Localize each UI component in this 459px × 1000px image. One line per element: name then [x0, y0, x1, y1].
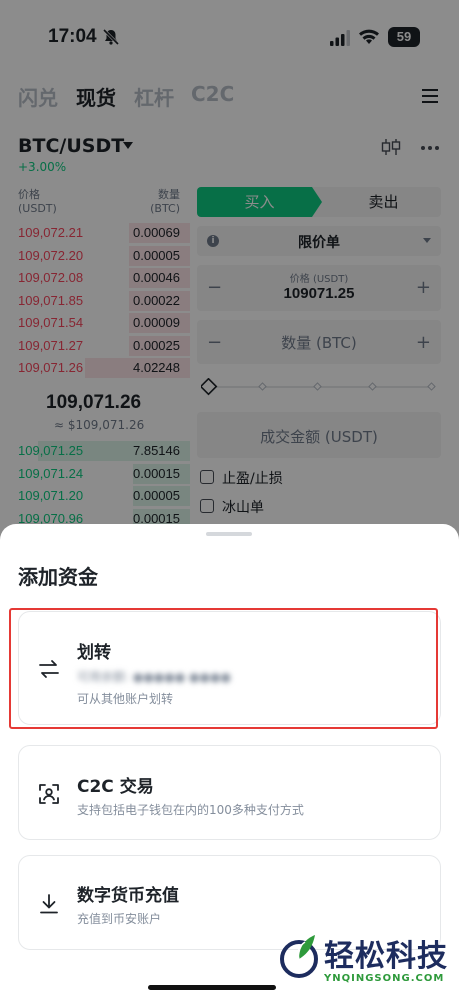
c2c-title: C2C 交易: [77, 777, 154, 797]
c2c-desc: 支持包括电子钱包在内的100多种支付方式: [77, 803, 304, 817]
trading-screen: 17:04 59 闪兑 现货 杠杆 C2C BTC/USDT +3.00% 价格…: [0, 0, 459, 1000]
leaf-logo-icon: [280, 935, 318, 978]
watermark: 轻松科技 YNQINGSONG.COM: [278, 925, 459, 1000]
watermark-text: 轻松科技: [324, 939, 448, 974]
deposit-desc: 充值到币安账户: [77, 912, 162, 926]
c2c-option[interactable]: C2C 交易 支持包括电子钱包在内的100多种支付方式: [18, 745, 441, 840]
home-indicator[interactable]: [148, 985, 276, 990]
watermark-subtext: YNQINGSONG.COM: [324, 973, 445, 984]
c2c-icon: [39, 784, 59, 804]
download-icon: [40, 894, 58, 914]
sheet-title: 添加资金: [18, 565, 98, 589]
highlight-box: [9, 608, 438, 729]
deposit-title: 数字货币充值: [77, 886, 179, 906]
sheet-drag-handle[interactable]: [206, 532, 252, 536]
